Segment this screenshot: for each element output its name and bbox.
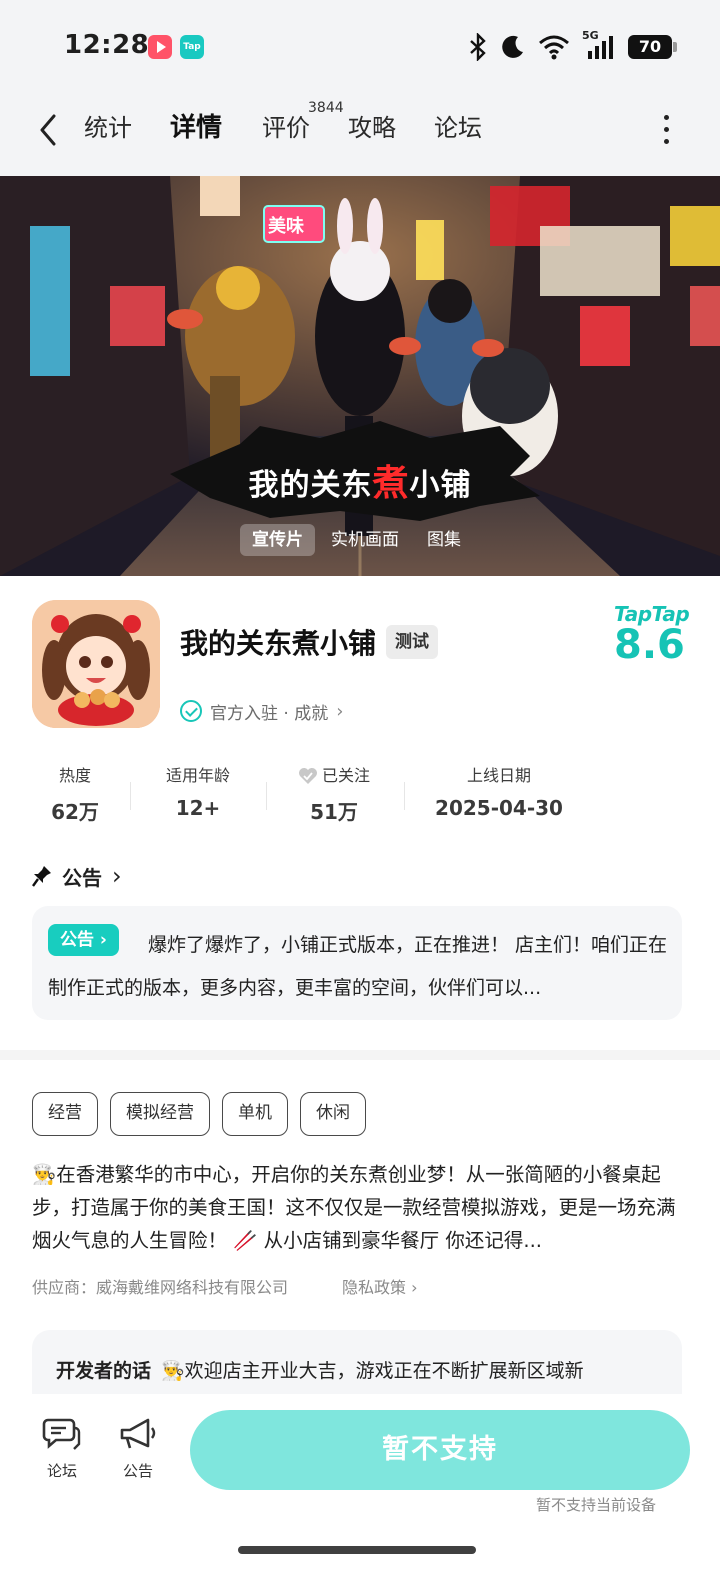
official-text: 官方入驻 · 成就 [210, 703, 329, 724]
tag-item[interactable]: 休闲 [300, 1092, 366, 1136]
notice-pill-label: 公告 [60, 930, 94, 950]
official-achievements-link[interactable]: 官方入驻 · 成就 › [180, 698, 343, 724]
hero-title-highlight: 煮 [372, 463, 410, 504]
tag-list: 经营 模拟经营 单机 休闲 [32, 1092, 366, 1136]
media-tab-trailer[interactable]: 宣传片 [240, 524, 315, 556]
network-type: 5G [582, 29, 599, 42]
developer-notes: 开发者的话 👨‍🍳欢迎店主开业大吉，游戏正在不断扩展新区域新 [56, 1354, 666, 1388]
notice-heading: 公告 [62, 865, 102, 890]
notice-card[interactable]: 爆炸了爆炸了，小铺正式版本，正在推进！ 店主们！咱们正在制作正式的版本，更多内容… [32, 906, 682, 1020]
bluetooth-icon [470, 33, 486, 61]
home-indicator[interactable] [238, 1546, 476, 1554]
tab-stats[interactable]: 统计 [84, 110, 132, 150]
rating-score[interactable]: 8.6 [614, 622, 685, 668]
status-icons: 5G 70 [468, 29, 677, 64]
stats-row: 热度 62万 适用年龄 12+ 已关注 51万 上线日期 2025-04-30 [0, 764, 720, 834]
taptap-app-icon: Tap [180, 35, 204, 59]
tag-item[interactable]: 经营 [32, 1092, 98, 1136]
stat-label: 上线日期 [466, 766, 531, 785]
hero-title-part1: 我的关东 [248, 468, 373, 503]
tab-reviews[interactable]: 评价 [262, 110, 310, 150]
tag-item[interactable]: 单机 [222, 1092, 288, 1136]
status-bar: 12:28 Tap 5G 70 [0, 0, 720, 96]
stat-label: 适用年龄 [165, 766, 230, 785]
tag-item[interactable]: 模拟经营 [110, 1092, 210, 1136]
section-divider [0, 1050, 720, 1060]
megaphone-icon [120, 1418, 156, 1449]
notice-pill: 公告 › [48, 924, 119, 956]
chevron-right-icon: › [99, 930, 107, 950]
tab-forum[interactable]: 论坛 [434, 110, 482, 150]
stat-value: 51万 [310, 800, 358, 824]
stat-label: 热度 [58, 766, 91, 785]
chevron-right-icon: › [112, 862, 122, 890]
review-count-badge: 3844 [308, 100, 344, 116]
hero-artwork [0, 176, 720, 576]
moon-icon [502, 35, 523, 58]
media-tabs: 宣传片 实机画面 图集 [240, 524, 473, 556]
game-description[interactable]: 👨‍🍳在香港繁华的市中心，开启你的关东煮创业梦！从一张简陋的小餐桌起步，打造属于… [32, 1158, 686, 1257]
privacy-policy-link[interactable]: 隐私政策 › [342, 1276, 418, 1300]
top-nav: 统计 详情 评价 3844 攻略 论坛 [0, 96, 720, 176]
game-icon [32, 600, 160, 728]
stat-value: 12+ [175, 796, 221, 820]
supplier-info: 供应商：威海戴维网络科技有限公司 [32, 1278, 289, 1297]
media-tab-gallery[interactable]: 图集 [415, 524, 473, 556]
stat-value: 62万 [51, 800, 99, 824]
stat-popularity: 热度 62万 [40, 764, 110, 825]
media-tab-gameplay[interactable]: 实机画面 [319, 524, 411, 556]
hero-video-banner[interactable]: 我的关东煮小铺 美味 宣传片 实机画面 图集 [0, 176, 720, 576]
forum-chat-icon [42, 1418, 81, 1450]
back-arrow-icon[interactable] [30, 110, 70, 150]
tab-details-label: 详情 [170, 113, 223, 143]
divider [130, 782, 131, 810]
hero-shop-sign: 美味 [268, 216, 304, 237]
hero-title: 我的关东煮小铺 [0, 454, 720, 506]
tab-guides[interactable]: 攻略 [348, 110, 396, 150]
video-app-icon [148, 35, 172, 59]
notice-label: 公告 [122, 1462, 153, 1480]
forum-button[interactable]: 论坛 [34, 1416, 90, 1481]
download-button[interactable]: 暂不支持 [190, 1410, 690, 1490]
tab-details[interactable]: 详情 [168, 110, 225, 150]
signal-icon: 5G [582, 29, 616, 61]
divider [266, 782, 267, 810]
stat-label-row: 已关注 [284, 764, 384, 788]
developer-heading: 开发者的话 [56, 1360, 152, 1382]
battery-icon: 70 [628, 35, 677, 59]
pin-icon [32, 866, 51, 887]
hero-title-part2: 小铺 [409, 468, 472, 503]
forum-label: 论坛 [46, 1462, 77, 1480]
wifi-icon [539, 35, 569, 60]
status-time: 12:28 [64, 30, 150, 60]
more-options-icon[interactable] [654, 112, 678, 152]
stat-follow[interactable]: 已关注 51万 [284, 764, 384, 825]
divider [404, 782, 405, 810]
developer-notes-card[interactable]: 开发者的话 👨‍🍳欢迎店主开业大吉，游戏正在不断扩展新区域新 [32, 1330, 682, 1394]
game-icon-art [32, 600, 160, 728]
bottom-action-bar: 论坛 公告 暂不支持 暂不支持当前设备 [0, 1394, 720, 1582]
stat-value: 2025-04-30 [435, 796, 563, 820]
notice-button[interactable]: 公告 [110, 1416, 166, 1481]
stat-label: 已关注 [321, 766, 370, 785]
unsupported-device-note: 暂不支持当前设备 [536, 1496, 657, 1514]
test-badge: 测试 [386, 625, 438, 659]
heart-icon [298, 768, 317, 784]
developer-text: 👨‍🍳欢迎店主开业大吉，游戏正在不断扩展新区域新 [161, 1360, 584, 1382]
game-title: 我的关东煮小铺 [180, 627, 377, 660]
verified-check-icon [180, 700, 202, 722]
chevron-right-icon: › [411, 1278, 418, 1297]
notice-text: 爆炸了爆炸了，小铺正式版本，正在推进！ 店主们！咱们正在制作正式的版本，更多内容… [48, 934, 668, 999]
chevron-right-icon: › [336, 700, 344, 722]
privacy-label: 隐私政策 [342, 1278, 407, 1297]
notice-section-header[interactable]: 公告 › [32, 862, 122, 890]
stat-age-rating: 适用年龄 12+ [150, 764, 246, 820]
stat-release-date: 上线日期 2025-04-30 [424, 764, 574, 820]
